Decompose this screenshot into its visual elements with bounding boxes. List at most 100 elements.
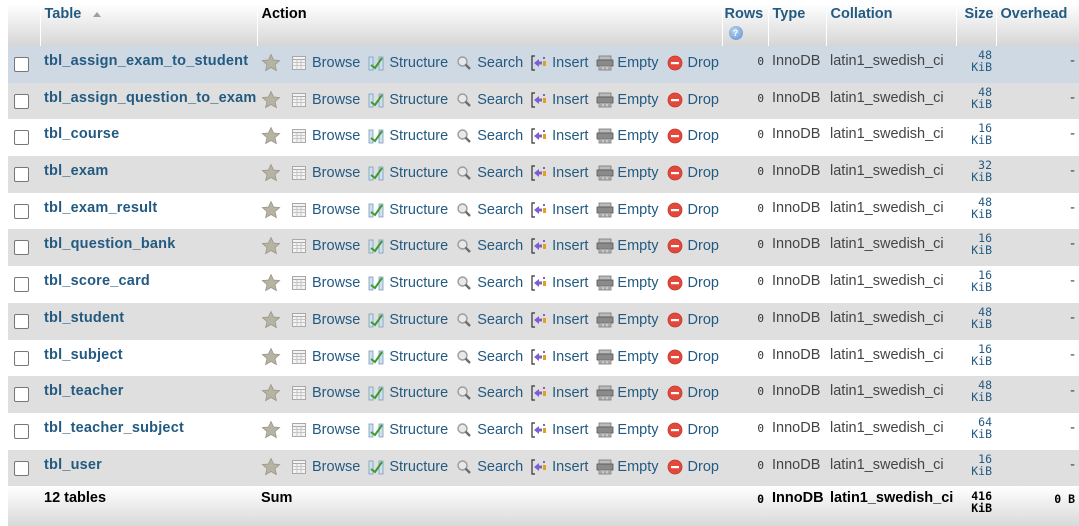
structure-action[interactable]: Structure <box>368 459 448 475</box>
insert-action[interactable]: Insert <box>531 238 588 254</box>
header-size[interactable]: Size <box>956 4 997 46</box>
insert-action[interactable]: Insert <box>531 92 588 108</box>
header-table-label[interactable]: Table <box>45 6 82 22</box>
search-action[interactable]: Search <box>456 128 523 144</box>
drop-action[interactable]: Drop <box>667 422 719 438</box>
table-size-value[interactable]: 48 <box>960 196 992 208</box>
table-row[interactable]: tbl_student Browse Structure Search Inse… <box>8 302 1079 340</box>
structure-action[interactable]: Structure <box>368 275 448 291</box>
table-name-link[interactable]: tbl_assign_question_to_exam <box>44 90 257 106</box>
table-size[interactable]: 48 KiB <box>956 46 996 83</box>
search-action[interactable]: Search <box>456 165 523 181</box>
row-checkbox-cell[interactable] <box>8 412 40 450</box>
table-name-link[interactable]: tbl_teacher <box>44 383 124 399</box>
table-size[interactable]: 64 KiB <box>956 412 996 450</box>
table-name-link[interactable]: tbl_course <box>44 126 119 142</box>
row-checkbox[interactable] <box>14 277 29 293</box>
browse-action[interactable]: Browse <box>291 312 360 328</box>
empty-action[interactable]: Empty <box>596 92 659 108</box>
drop-action[interactable]: Drop <box>667 92 719 108</box>
browse-action[interactable]: Browse <box>291 202 360 218</box>
star-icon[interactable] <box>261 53 281 73</box>
table-name-link[interactable]: tbl_question_bank <box>44 236 176 252</box>
search-action[interactable]: Search <box>456 238 523 254</box>
empty-action[interactable]: Empty <box>596 202 659 218</box>
drop-action[interactable]: Drop <box>667 459 719 475</box>
table-name-link[interactable]: tbl_teacher_subject <box>44 420 184 436</box>
browse-action[interactable]: Browse <box>291 422 360 438</box>
insert-action[interactable]: Insert <box>531 422 588 438</box>
table-name-link[interactable]: tbl_exam <box>44 163 108 179</box>
table-name-link[interactable]: tbl_score_card <box>44 273 150 289</box>
star-icon[interactable] <box>261 90 281 110</box>
structure-action[interactable]: Structure <box>368 422 448 438</box>
star-icon[interactable] <box>261 310 281 330</box>
drop-action[interactable]: Drop <box>667 385 719 401</box>
empty-action[interactable]: Empty <box>596 459 659 475</box>
drop-action[interactable]: Drop <box>667 275 719 291</box>
table-name-link[interactable]: tbl_subject <box>44 347 123 363</box>
structure-action[interactable]: Structure <box>368 385 448 401</box>
search-action[interactable]: Search <box>456 459 523 475</box>
row-checkbox-cell[interactable] <box>8 302 40 340</box>
browse-action[interactable]: Browse <box>291 385 360 401</box>
row-checkbox[interactable] <box>14 240 29 256</box>
star-icon[interactable] <box>261 347 281 367</box>
row-checkbox[interactable] <box>14 130 29 146</box>
table-row[interactable]: tbl_assign_exam_to_student Browse Struct… <box>8 46 1079 83</box>
table-row[interactable]: tbl_score_card Browse Structure Search I… <box>8 266 1079 303</box>
table-size-value[interactable]: 48 <box>960 306 992 318</box>
browse-action[interactable]: Browse <box>291 128 360 144</box>
structure-action[interactable]: Structure <box>368 202 448 218</box>
row-checkbox-cell[interactable] <box>8 82 40 120</box>
insert-action[interactable]: Insert <box>531 128 588 144</box>
search-action[interactable]: Search <box>456 385 523 401</box>
table-size[interactable]: 16 KiB <box>956 449 996 487</box>
table-name-link[interactable]: tbl_exam_result <box>44 200 157 216</box>
insert-action[interactable]: Insert <box>531 202 588 218</box>
table-size[interactable]: 48 KiB <box>956 192 996 230</box>
drop-action[interactable]: Drop <box>667 312 719 328</box>
row-checkbox-cell[interactable] <box>8 266 40 303</box>
structure-action[interactable]: Structure <box>368 312 448 328</box>
header-rows[interactable]: Rows? <box>722 4 769 46</box>
search-action[interactable]: Search <box>456 312 523 328</box>
search-action[interactable]: Search <box>456 275 523 291</box>
star-icon[interactable] <box>261 273 281 293</box>
empty-action[interactable]: Empty <box>596 55 659 71</box>
row-checkbox[interactable] <box>14 350 29 366</box>
row-checkbox[interactable] <box>14 460 29 476</box>
browse-action[interactable]: Browse <box>291 459 360 475</box>
row-checkbox-cell[interactable] <box>8 376 40 413</box>
empty-action[interactable]: Empty <box>596 275 659 291</box>
structure-action[interactable]: Structure <box>368 238 448 254</box>
row-checkbox-cell[interactable] <box>8 449 40 487</box>
row-checkbox-cell[interactable] <box>8 192 40 230</box>
browse-action[interactable]: Browse <box>291 92 360 108</box>
table-name-link[interactable]: tbl_user <box>44 457 102 473</box>
insert-action[interactable]: Insert <box>531 349 588 365</box>
table-row[interactable]: tbl_teacher Browse Structure Search Inse… <box>8 376 1079 413</box>
table-size[interactable]: 48 KiB <box>956 376 996 413</box>
table-row[interactable]: tbl_assign_question_to_exam Browse Struc… <box>8 82 1079 120</box>
empty-action[interactable]: Empty <box>596 349 659 365</box>
search-action[interactable]: Search <box>456 349 523 365</box>
table-size[interactable]: 16 KiB <box>956 229 996 267</box>
header-rows-label[interactable]: Rows <box>725 6 764 22</box>
star-icon[interactable] <box>261 236 281 256</box>
sort-ascending-icon[interactable] <box>93 11 102 17</box>
row-checkbox[interactable] <box>14 203 29 219</box>
empty-action[interactable]: Empty <box>596 385 659 401</box>
drop-action[interactable]: Drop <box>667 165 719 181</box>
header-table[interactable]: Table <box>40 4 258 46</box>
browse-action[interactable]: Browse <box>291 165 360 181</box>
row-checkbox-cell[interactable] <box>8 46 40 83</box>
header-overhead[interactable]: Overhead <box>996 4 1079 46</box>
browse-action[interactable]: Browse <box>291 349 360 365</box>
star-icon[interactable] <box>261 383 281 403</box>
drop-action[interactable]: Drop <box>667 238 719 254</box>
star-icon[interactable] <box>261 126 281 146</box>
table-size[interactable]: 32 KiB <box>956 156 996 193</box>
search-action[interactable]: Search <box>456 55 523 71</box>
drop-action[interactable]: Drop <box>667 128 719 144</box>
